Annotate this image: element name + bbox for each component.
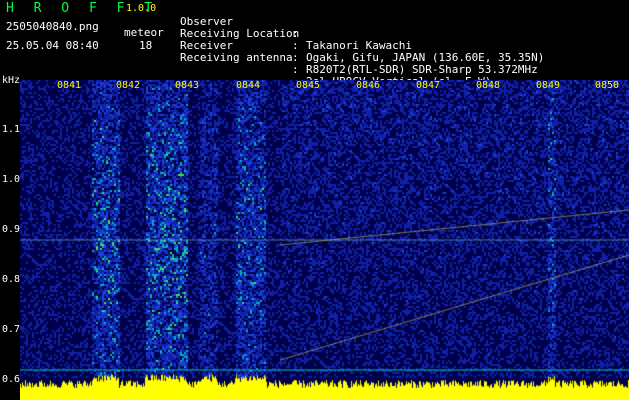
time-tick-label: 0844 bbox=[236, 80, 261, 91]
spectrogram-plot bbox=[20, 80, 629, 400]
info-row-receiver: Receiver : R820T2(RTL-SDR) SDR-Sharp 53.… bbox=[180, 28, 538, 76]
meteor-label: meteor bbox=[124, 26, 164, 39]
freq-tick-label: 0.6 bbox=[2, 374, 21, 385]
time-tick-label: 0846 bbox=[356, 80, 381, 91]
time-tick-label: 0848 bbox=[476, 80, 501, 91]
info-label: Receiving antenna bbox=[180, 51, 293, 64]
info-row-location: Receiving Location : Ogaki, Gifu, JAPAN … bbox=[180, 16, 544, 64]
time-tick-label: 0847 bbox=[416, 80, 441, 91]
info-colon: : bbox=[292, 63, 299, 76]
info-row-observer: Observer : Takanori Kawachi bbox=[180, 4, 412, 52]
time-tick-label: 0842 bbox=[116, 80, 141, 91]
date-time: 25.05.04 08:40 bbox=[6, 39, 99, 52]
freq-tick-label: 0.7 bbox=[2, 324, 21, 335]
info-row-antenna: Receiving antenna : 2el-HB9CV Vertical (… bbox=[180, 40, 491, 88]
time-tick-label: 0845 bbox=[296, 80, 321, 91]
freq-tick-label: 1.1 bbox=[2, 124, 21, 135]
meteor-count: 18 bbox=[139, 39, 153, 52]
time-tick-label: 0850 bbox=[595, 80, 620, 91]
app-version: 1.0.0 bbox=[126, 3, 157, 14]
header-panel: H R O F F T 1.0.0 2505040840.png meteor … bbox=[0, 0, 629, 88]
freq-tick-label: 1.0 bbox=[2, 174, 21, 185]
file-name: 2505040840.png bbox=[6, 20, 99, 33]
frequency-unit-label: kHz bbox=[2, 75, 21, 86]
time-tick-label: 0841 bbox=[57, 80, 82, 91]
time-tick-label: 0849 bbox=[536, 80, 561, 91]
freq-tick-label: 0.9 bbox=[2, 224, 21, 235]
freq-tick-label: 0.8 bbox=[2, 274, 21, 285]
time-tick-label: 0843 bbox=[175, 80, 200, 91]
